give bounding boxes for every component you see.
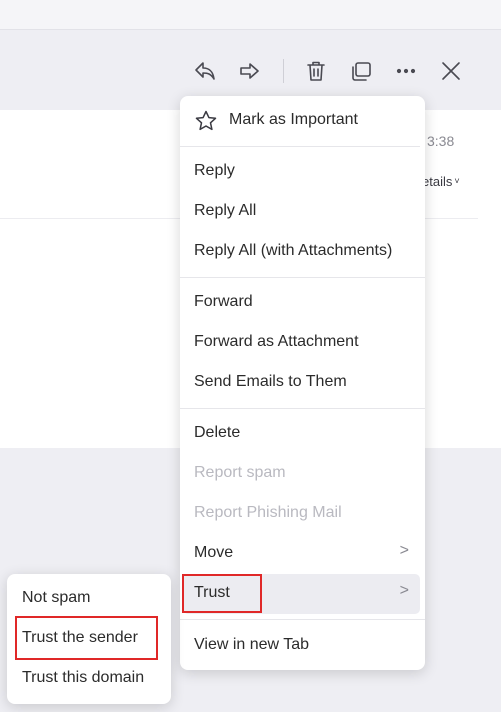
details-label: etails [422,174,453,189]
more-icon[interactable] [393,58,419,84]
mail-time: 3:38 [427,133,455,149]
menu-item-move[interactable]: Move [194,542,233,564]
menu-item-reply-all-attachments[interactable]: Reply All (with Attachments) [194,240,392,262]
menu-divider [180,619,425,620]
menu-item-reply-all[interactable]: Reply All [194,200,256,222]
close-icon[interactable] [438,58,464,84]
menu-item-send-emails[interactable]: Send Emails to Them [194,371,347,393]
menu-item-report-phishing: Report Phishing Mail [194,504,342,521]
toolbar-divider [283,59,284,83]
menu-item-forward[interactable]: Forward [194,291,253,313]
chevron-right-icon: > [399,542,409,559]
submenu-item-not-spam[interactable]: Not spam [22,587,90,609]
submenu-item-trust-domain[interactable]: Trust this domain [22,667,144,689]
chevron-right-icon: > [399,582,409,599]
menu-divider [180,146,420,147]
details-toggle[interactable]: etails ˅ [422,174,460,189]
menu-divider [180,277,425,278]
more-actions-menu: Mark as Important Reply Reply All Reply … [180,96,425,670]
menu-item-view-new-tab[interactable]: View in new Tab [194,634,309,656]
trash-icon[interactable] [303,58,329,84]
forward-icon[interactable] [236,58,262,84]
trust-sender-highlight-box [15,616,158,660]
trust-highlight-box [182,574,262,613]
trust-submenu: Not spam Trust the sender Trust this dom… [7,574,171,704]
copy-icon[interactable] [348,58,374,84]
star-icon [194,109,218,133]
menu-item-delete[interactable]: Delete [194,422,240,444]
menu-item-forward-as-attachment[interactable]: Forward as Attachment [194,331,359,353]
menu-item-reply[interactable]: Reply [194,160,235,182]
menu-item-mark-important[interactable]: Mark as Important [229,109,358,131]
menu-item-report-spam: Report spam [194,464,286,481]
menu-divider [180,408,425,409]
reply-icon[interactable] [192,58,218,84]
top-bar [0,0,501,30]
chevron-down-icon: ˅ [454,176,460,186]
